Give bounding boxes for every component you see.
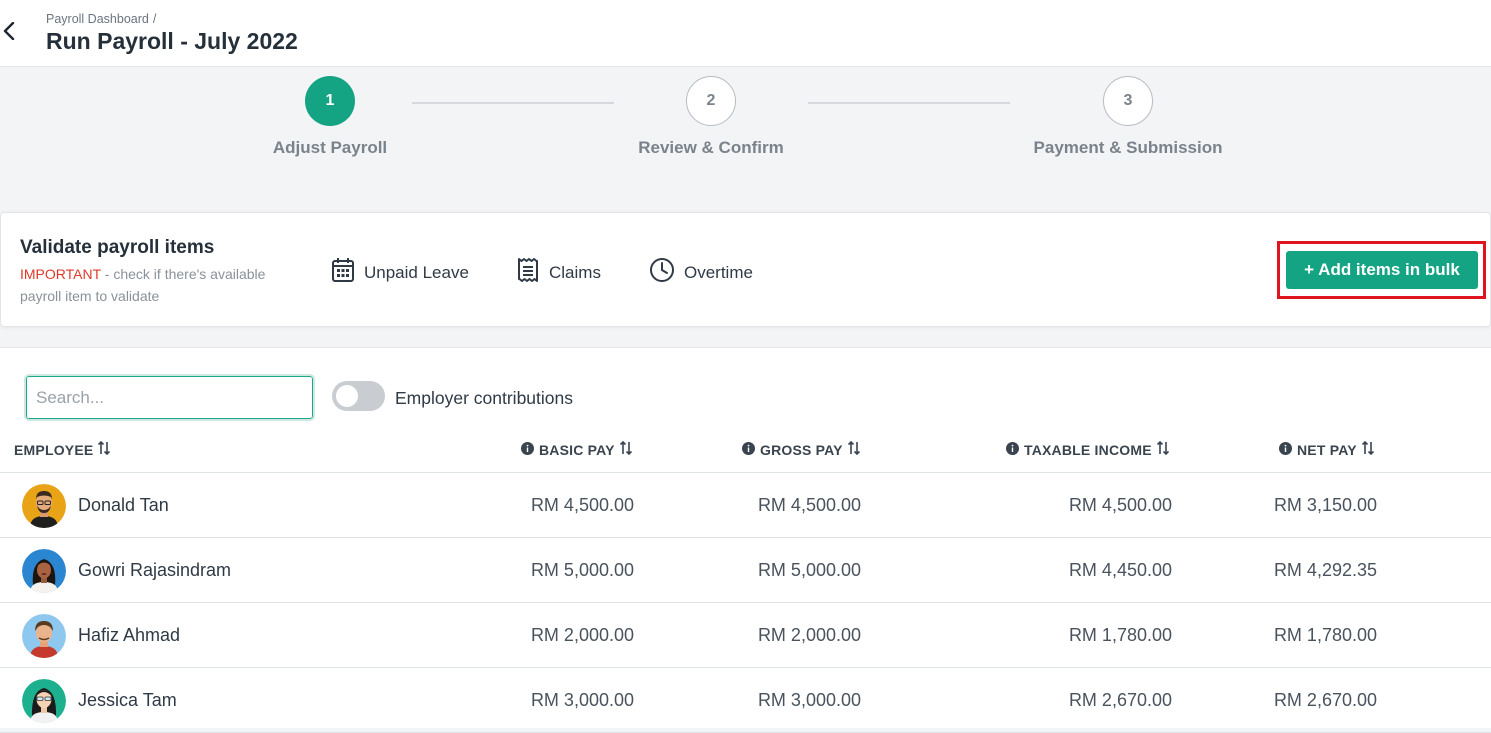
avatar <box>22 484 66 528</box>
overtime-label: Overtime <box>684 262 753 282</box>
step-3-circle: 3 <box>1103 76 1153 126</box>
back-arrow-icon[interactable] <box>0 21 18 41</box>
receipt-icon <box>516 257 549 288</box>
validate-note: IMPORTANT - check if there's available p… <box>20 263 310 307</box>
net-pay-cell: RM 3,150.00 <box>1273 495 1377 515</box>
employee-name[interactable]: Hafiz Ahmad <box>78 625 180 646</box>
gross-pay-cell: RM 5,000.00 <box>757 560 861 580</box>
net-pay-cell: RM 4,292.35 <box>1273 560 1377 580</box>
claims-label: Claims <box>549 262 601 282</box>
column-header-gross-pay: GROSS PAY <box>742 440 860 458</box>
gross-pay-cell: RM 2,000.00 <box>757 625 861 645</box>
column-header-taxable-income: TAXABLE INCOME <box>1006 440 1169 458</box>
taxable-income-cell: RM 2,670.00 <box>1068 690 1172 710</box>
breadcrumb-separator: / <box>152 12 157 26</box>
table-row[interactable]: Hafiz Ahmad RM 2,000.00 RM 2,000.00 RM 1… <box>0 603 1491 668</box>
avatar <box>22 549 66 593</box>
step-1-circle: 1 <box>305 76 355 126</box>
column-header-employee: EMPLOYEE <box>14 440 111 458</box>
net-pay-cell: RM 1,780.00 <box>1273 625 1377 645</box>
net-pay-header-label: NET PAY <box>1297 441 1357 458</box>
important-label: IMPORTANT <box>20 266 101 282</box>
step-adjust-payroll[interactable]: 1 Adjust Payroll <box>200 76 460 158</box>
step-2-label: Review & Confirm <box>638 138 784 157</box>
clock-icon <box>649 257 684 288</box>
overtime-link[interactable]: Overtime <box>649 257 753 288</box>
step-payment-submission[interactable]: 3 Payment & Submission <box>998 76 1258 158</box>
claims-link[interactable]: Claims <box>516 257 601 288</box>
basic-pay-cell: RM 4,500.00 <box>530 495 634 515</box>
payroll-stepper: 1 Adjust Payroll 2 Review & Confirm 3 Pa… <box>0 67 1491 212</box>
taxable-income-header-label: TAXABLE INCOME <box>1024 441 1152 458</box>
employer-contributions-toggle[interactable] <box>332 381 385 411</box>
employee-name[interactable]: Gowri Rajasindram <box>78 560 231 581</box>
calendar-icon <box>331 257 364 288</box>
validate-title: Validate payroll items <box>20 237 215 258</box>
gross-pay-cell: RM 3,000.00 <box>757 690 861 710</box>
sort-icon[interactable] <box>1156 440 1169 458</box>
avatar <box>22 679 66 723</box>
column-header-basic-pay: BASIC PAY <box>521 440 632 458</box>
avatar <box>22 614 66 658</box>
net-pay-cell: RM 2,670.00 <box>1273 690 1377 710</box>
info-icon[interactable] <box>742 441 755 458</box>
basic-pay-cell: RM 5,000.00 <box>530 560 634 580</box>
add-items-in-bulk-button[interactable]: + Add items in bulk <box>1286 251 1478 289</box>
info-icon[interactable] <box>1279 441 1292 458</box>
gross-pay-cell: RM 4,500.00 <box>757 495 861 515</box>
basic-pay-cell: RM 2,000.00 <box>530 625 634 645</box>
step-3-label: Payment & Submission <box>1033 138 1223 157</box>
employer-contributions-label: Employer contributions <box>395 388 573 408</box>
table-row[interactable]: Donald Tan RM 4,500.00 RM 4,500.00 RM 4,… <box>0 473 1491 538</box>
taxable-income-cell: RM 4,500.00 <box>1068 495 1172 515</box>
column-header-net-pay: NET PAY <box>1279 440 1374 458</box>
sort-icon[interactable] <box>1361 440 1374 458</box>
page-header: Payroll Dashboard / Run Payroll - July 20… <box>0 0 1491 67</box>
info-icon[interactable] <box>1006 441 1019 458</box>
sort-icon[interactable] <box>847 440 860 458</box>
toggle-knob <box>336 385 358 407</box>
basic-pay-cell: RM 3,000.00 <box>530 690 634 710</box>
unpaid-leave-label: Unpaid Leave <box>364 262 469 282</box>
unpaid-leave-link[interactable]: Unpaid Leave <box>331 257 469 288</box>
breadcrumb-payroll-dashboard[interactable]: Payroll Dashboard <box>46 12 149 26</box>
sort-icon[interactable] <box>98 440 111 458</box>
taxable-income-cell: RM 1,780.00 <box>1068 625 1172 645</box>
validate-payroll-card: Validate payroll items IMPORTANT - check… <box>0 212 1491 327</box>
employee-name[interactable]: Donald Tan <box>78 495 169 516</box>
page-title: Run Payroll - July 2022 <box>46 28 298 54</box>
employee-header-label: EMPLOYEE <box>14 441 94 458</box>
search-input[interactable] <box>24 374 315 421</box>
step-review-confirm[interactable]: 2 Review & Confirm <box>581 76 841 158</box>
table-row[interactable]: Jessica Tam RM 3,000.00 RM 3,000.00 RM 2… <box>0 668 1491 733</box>
breadcrumb: Payroll Dashboard / <box>46 12 156 26</box>
table-row[interactable]: Gowri Rajasindram RM 5,000.00 RM 5,000.0… <box>0 538 1491 603</box>
step-2-circle: 2 <box>686 76 736 126</box>
gross-pay-header-label: GROSS PAY <box>760 441 843 458</box>
info-icon[interactable] <box>521 441 534 458</box>
employee-name[interactable]: Jessica Tam <box>78 690 177 711</box>
basic-pay-header-label: BASIC PAY <box>539 441 615 458</box>
employee-payroll-table: Employer contributions EMPLOYEE BASIC PA… <box>0 347 1491 733</box>
sort-icon[interactable] <box>619 440 632 458</box>
step-1-label: Adjust Payroll <box>272 138 388 157</box>
taxable-income-cell: RM 4,450.00 <box>1068 560 1172 580</box>
